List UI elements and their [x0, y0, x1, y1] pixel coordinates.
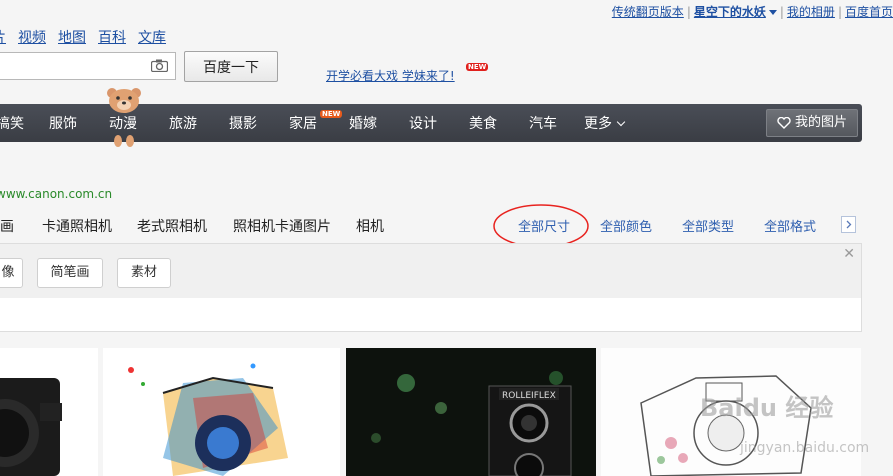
my-album-link[interactable]: 我的相册 — [787, 5, 835, 19]
nav-item-wedding[interactable]: 婚嫁 — [349, 104, 377, 142]
baidu-home-link[interactable]: 百度首页 — [845, 5, 893, 19]
rolleiflex-camera-image: ROLLEIFLEX — [371, 371, 572, 476]
search-button[interactable]: 百度一下 — [184, 51, 278, 82]
image-result[interactable]: ROLLEIFLEX — [346, 348, 596, 476]
bear-mascot-icon — [107, 88, 141, 147]
nav-item-home[interactable]: 家居 — [289, 104, 317, 142]
camera-icon[interactable] — [151, 59, 168, 72]
sub-tag-panel: 像 简笔画 素材 ✕ — [0, 243, 862, 299]
nav-new-badge: NEW — [320, 110, 343, 118]
heart-icon — [777, 117, 791, 129]
dslr-camera-image — [0, 378, 62, 476]
username-link[interactable]: 星空下的水妖 — [694, 5, 766, 19]
related-tag[interactable]: 笔画 — [0, 216, 14, 236]
source-url[interactable]: www.canon.com.cn — [0, 187, 112, 201]
nav-item-funny[interactable]: 搞笑 — [0, 104, 24, 142]
nav-item-car[interactable]: 汽车 — [529, 104, 557, 142]
product-link-baike[interactable]: 百科 — [98, 30, 126, 46]
sub-tag-chip[interactable]: 像 — [0, 258, 23, 288]
baidu-jingyan-url: jingyan.baidu.com — [740, 440, 870, 456]
related-tag[interactable]: 老式照相机 — [137, 216, 207, 236]
nav-item-more[interactable]: 更多 — [584, 104, 626, 142]
product-links: 片视频地图百科文库 — [0, 27, 178, 47]
close-icon[interactable]: ✕ — [843, 246, 855, 262]
related-tag[interactable]: 照相机卡通图片 — [233, 216, 331, 236]
chevron-down-icon[interactable] — [768, 10, 777, 15]
search-input[interactable] — [3, 54, 147, 80]
nav-item-design[interactable]: 设计 — [409, 104, 437, 142]
filter-format[interactable]: 全部格式 — [764, 216, 816, 235]
promo-new-badge: NEW — [466, 63, 489, 71]
baidu-jingyan-watermark: Baidu 经验 — [700, 394, 834, 422]
product-link-video[interactable]: 视频 — [18, 30, 46, 46]
watercolor-camera-image — [128, 363, 288, 476]
nav-item-food[interactable]: 美食 — [469, 104, 497, 142]
svg-text:ROLLEIFLEX: ROLLEIFLEX — [502, 391, 556, 401]
my-pictures-label: 我的图片 — [794, 115, 847, 130]
promo-link[interactable]: 开学必看大戏 学妹来了! — [326, 67, 455, 84]
chevron-down-icon — [616, 117, 626, 127]
product-link-wenku[interactable]: 文库 — [138, 30, 166, 46]
sub-tag-chip[interactable]: 素材 — [117, 258, 171, 288]
filter-color[interactable]: 全部颜色 — [600, 216, 652, 235]
related-tag[interactable]: 卡通照相机 — [42, 216, 112, 236]
nav-item-travel[interactable]: 旅游 — [169, 104, 197, 142]
chevron-right-icon — [846, 220, 852, 229]
image-result[interactable] — [103, 348, 340, 476]
my-pictures-button[interactable]: 我的图片 — [765, 109, 858, 137]
nav-item-fashion[interactable]: 服饰 — [49, 104, 77, 142]
search-box — [0, 52, 176, 80]
filter-type[interactable]: 全部类型 — [682, 216, 734, 235]
filter-next-button[interactable] — [841, 216, 856, 233]
classic-page-link[interactable]: 传统翻页版本 — [612, 5, 684, 19]
sub-tag-chip[interactable]: 简笔画 — [37, 258, 103, 288]
nav-item-photography[interactable]: 摄影 — [229, 104, 257, 142]
top-links: 传统翻页版本 | 星空下的水妖 | 我的相册 | 百度首页 — [611, 5, 893, 19]
product-link-image[interactable]: 片 — [0, 30, 6, 46]
panel-footer — [0, 298, 862, 332]
related-tag[interactable]: 相机 — [356, 216, 384, 236]
nav-more-label: 更多 — [584, 116, 612, 132]
image-result[interactable] — [0, 348, 98, 476]
product-link-map[interactable]: 地图 — [58, 30, 86, 46]
